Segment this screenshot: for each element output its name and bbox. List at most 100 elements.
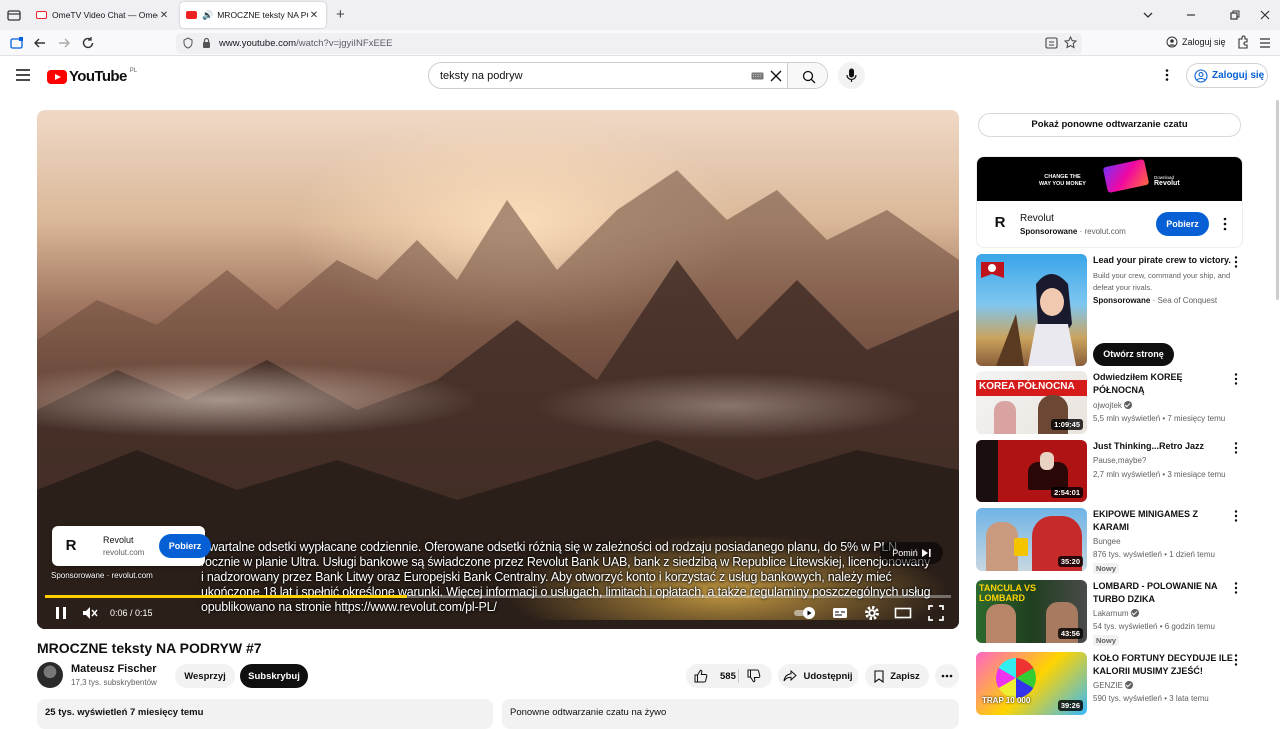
video-thumbnail[interactable]: TRAP 10 000 39:26 (976, 652, 1087, 715)
ad-kebab-icon[interactable] (1223, 217, 1227, 231)
extensions-icon[interactable] (1234, 35, 1250, 51)
back-icon[interactable] (32, 35, 48, 51)
ad-banner[interactable]: CHANGE THE WAY YOU MONEY Download Revolut (977, 157, 1242, 201)
promo-kebab-icon[interactable] (1234, 256, 1238, 268)
youtube-logo[interactable]: YouTube PL (47, 68, 137, 85)
forward-icon[interactable] (56, 35, 72, 51)
share-button[interactable]: Udostępnij (778, 664, 858, 688)
search-input[interactable]: teksty na podryw (440, 70, 523, 82)
page-scrollbar[interactable] (1276, 100, 1279, 300)
tab-close-icon[interactable]: ✕ (308, 10, 320, 21)
tracking-protection-icon[interactable] (182, 37, 194, 49)
reader-view-icon[interactable] (1045, 37, 1058, 49)
settings-kebab-icon[interactable] (1160, 68, 1174, 82)
muted-volume-icon[interactable] (81, 604, 99, 622)
dislike-thumb-down-icon[interactable] (747, 669, 761, 683)
video-thumbnail[interactable]: 35:20 (976, 508, 1087, 571)
firefox-signin-button[interactable]: Zaloguj się (1166, 36, 1226, 48)
video-kebab-icon[interactable] (1234, 654, 1238, 666)
related-video[interactable]: TRAP 10 000 39:26 KOŁO FORTUNY DECYDUJE … (976, 652, 1246, 715)
minimize-icon[interactable] (1184, 8, 1198, 22)
skip-ad-button[interactable]: Pomiń (880, 542, 943, 564)
more-actions-button[interactable] (935, 664, 959, 688)
channel-line: Lakarnum (1093, 608, 1139, 620)
video-player[interactable]: Kwartalne odsetki wypłacane codziennie. … (37, 110, 959, 629)
bookmark-star-icon[interactable] (1064, 36, 1077, 49)
video-title-link[interactable]: EKIPOWE MINIGAMES Z KARAMI (1093, 508, 1233, 534)
sidebar-ad-download-button[interactable]: Pobierz (1156, 212, 1209, 236)
sidebar-toggle-icon[interactable] (9, 35, 25, 51)
channel-avatar[interactable] (37, 662, 63, 688)
keyboard-icon[interactable] (751, 72, 764, 80)
show-chat-replay-button[interactable]: Pokaż ponowne odtwarzanie czatu (978, 113, 1241, 137)
sponsored-tag: Sponsorowane (1020, 227, 1078, 236)
fullscreen-icon[interactable] (927, 604, 945, 622)
video-title-link[interactable]: Odwiedziłem KOREĘ PÓŁNOCNĄ (1093, 371, 1233, 397)
progress-bar[interactable] (45, 595, 951, 598)
open-site-button[interactable]: Otwórz stronę (1093, 343, 1174, 366)
promo-title[interactable]: Lead your pirate crew to victory. (1093, 254, 1233, 267)
support-button[interactable]: Wesprzyj (175, 664, 235, 688)
related-video[interactable]: TANCULA VS LOMBARD 43:56 LOMBARD - POLOW… (976, 580, 1246, 646)
tab-overflow-icon[interactable] (1141, 8, 1155, 22)
related-video[interactable]: 35:20 EKIPOWE MINIGAMES Z KARAMI Bungee … (976, 508, 1246, 574)
video-title-link[interactable]: Just Thinking...Retro Jazz (1093, 440, 1233, 453)
related-video[interactable]: 2:54:01 Just Thinking...Retro Jazz Pause… (976, 440, 1246, 502)
reload-icon[interactable] (80, 35, 96, 51)
restore-icon[interactable] (1227, 8, 1241, 22)
video-channel[interactable]: Pause,maybe? (1093, 455, 1146, 467)
video-thumbnail[interactable]: KOREA PÓŁNOCNA 1:09:45 (976, 371, 1087, 434)
promoted-item[interactable]: Lead your pirate crew to victory. Build … (976, 254, 1246, 366)
video-kebab-icon[interactable] (1234, 510, 1238, 522)
autoplay-toggle-icon[interactable] (792, 604, 818, 622)
ad-overlay-card[interactable]: R Revolut revolut.com Pobierz (52, 526, 211, 566)
promo-thumbnail[interactable] (976, 254, 1087, 366)
chat-replay-box[interactable]: Ponowne odtwarzanie czatu na żywo (502, 699, 959, 729)
clear-search-icon[interactable] (769, 69, 783, 83)
app-menu-icon[interactable] (1257, 35, 1273, 51)
subtitles-icon[interactable] (831, 604, 849, 622)
search-box[interactable]: teksty na podryw (428, 62, 828, 89)
video-kebab-icon[interactable] (1234, 442, 1238, 454)
url-bar[interactable]: www.youtube.com/watch?v=jgyiINFxEEE (176, 33, 1082, 54)
hamburger-menu-icon[interactable] (16, 69, 30, 81)
tab-list-icon[interactable] (6, 7, 22, 23)
youtube-signin-button[interactable]: Zaloguj się (1186, 63, 1268, 88)
tab-close-icon[interactable]: ✕ (158, 10, 170, 21)
ad-download-button[interactable]: Pobierz (159, 534, 211, 558)
tab-youtube[interactable]: 🔊 MROCZNE teksty NA PODRYW ✕ (180, 2, 326, 28)
close-window-icon[interactable] (1258, 8, 1272, 22)
video-channel[interactable]: Bungee (1093, 536, 1121, 548)
video-title-link[interactable]: LOMBARD - POLOWANIE NA TURBO DZIKA (1093, 580, 1233, 606)
settings-gear-icon[interactable] (863, 604, 881, 622)
video-channel[interactable]: Lakarnum (1093, 609, 1129, 618)
video-duration: 35:20 (1057, 556, 1083, 567)
save-button[interactable]: Zapisz (865, 664, 929, 688)
video-description-box[interactable]: 25 tys. wyświetleń 7 miesięcy temu (37, 699, 493, 729)
video-channel[interactable]: ojwojtek (1093, 401, 1122, 410)
video-meta: 876 tys. wyświetleń • 1 dzień temu (1093, 550, 1215, 559)
skip-label: Pomiń (892, 548, 918, 558)
search-button[interactable] (787, 63, 827, 88)
like-count[interactable]: 585 (720, 671, 736, 682)
lock-icon[interactable] (201, 37, 212, 49)
subscribe-button[interactable]: Subskrybuj (240, 664, 308, 688)
new-tab-button[interactable]: + (336, 7, 345, 22)
sidebar-ad[interactable]: CHANGE THE WAY YOU MONEY Download Revolut … (976, 156, 1243, 248)
video-title-link[interactable]: KOŁO FORTUNY DECYDUJE ILE KALORII MUSIMY… (1093, 652, 1233, 678)
ad-disclaimer-subtitles: Kwartalne odsetki wypłacane codziennie. … (201, 540, 931, 614)
tab-ometv[interactable]: OmeTV Video Chat — Omegle ✕ (30, 2, 176, 28)
banner-brand: Revolut (1154, 180, 1180, 187)
related-video[interactable]: KOREA PÓŁNOCNA 1:09:45 Odwiedziłem KOREĘ… (976, 371, 1246, 434)
theater-mode-icon[interactable] (894, 604, 912, 622)
voice-search-button[interactable] (838, 62, 865, 89)
video-thumbnail[interactable]: TANCULA VS LOMBARD 43:56 (976, 580, 1087, 643)
like-thumb-up-icon[interactable] (694, 669, 708, 683)
video-kebab-icon[interactable] (1234, 582, 1238, 594)
video-thumbnail[interactable]: 2:54:01 (976, 440, 1087, 502)
video-channel[interactable]: GENZIE (1093, 681, 1123, 690)
speaker-icon[interactable]: 🔊 (202, 10, 213, 21)
channel-name[interactable]: Mateusz Fischer (71, 663, 157, 675)
video-kebab-icon[interactable] (1234, 373, 1238, 385)
pause-icon[interactable] (52, 604, 70, 622)
